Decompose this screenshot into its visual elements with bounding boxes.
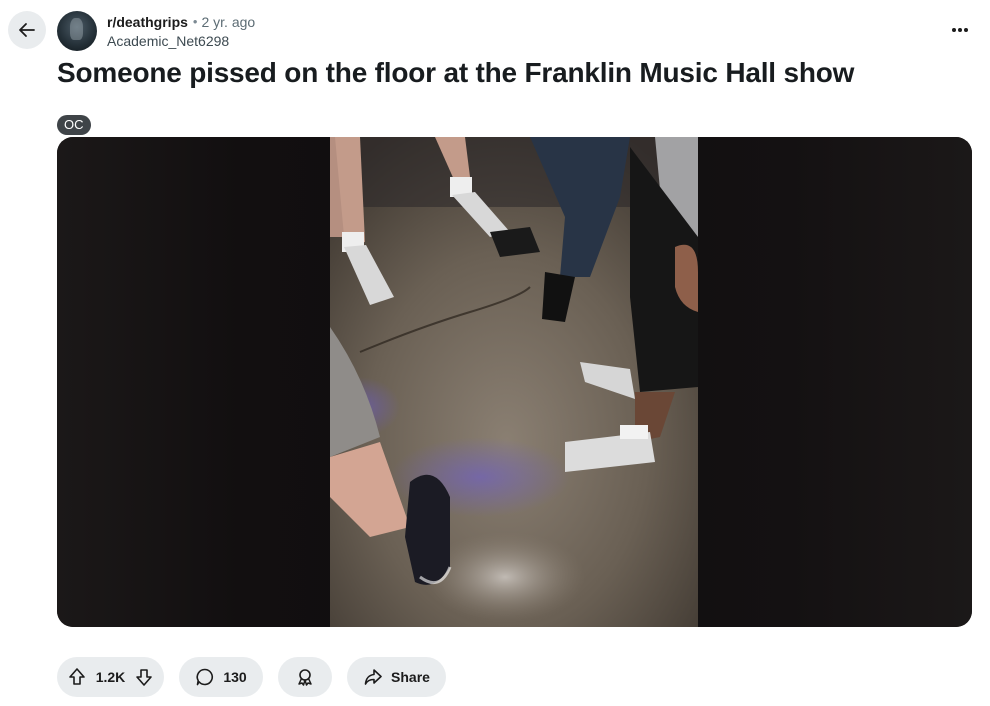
award-button[interactable] [278,657,332,697]
post-time: 2 yr. ago [201,14,256,30]
author-link[interactable]: Academic_Net6298 [107,32,255,50]
arrow-up-icon[interactable] [67,667,87,687]
post-title[interactable]: Someone pissed on the floor at the Frank… [57,57,854,89]
arrow-down-icon[interactable] [134,667,154,687]
subreddit-link[interactable]: r/deathgrips [107,13,188,31]
speech-bubble-icon [195,667,215,687]
post-actions: 1.2K 130 Share [57,657,446,697]
meta-separator: • [192,14,198,29]
share-label: Share [391,669,430,685]
share-button[interactable]: Share [347,657,446,697]
vote-count: 1.2K [95,669,126,685]
share-arrow-icon [363,667,383,687]
vote-control: 1.2K [57,657,164,697]
more-options-button[interactable] [940,18,980,42]
comments-button[interactable]: 130 [179,657,263,697]
more-horizontal-icon [951,27,969,33]
award-ribbon-icon [295,667,315,687]
back-button[interactable] [8,11,46,49]
comment-count: 130 [223,669,247,685]
post-flair[interactable]: OC [57,115,91,135]
post-meta: r/deathgrips • 2 yr. ago Academic_Net629… [107,13,255,50]
arrow-left-icon [17,20,37,40]
subreddit-avatar[interactable] [57,11,97,51]
post-media[interactable] [57,137,972,627]
post-image[interactable] [330,137,698,627]
